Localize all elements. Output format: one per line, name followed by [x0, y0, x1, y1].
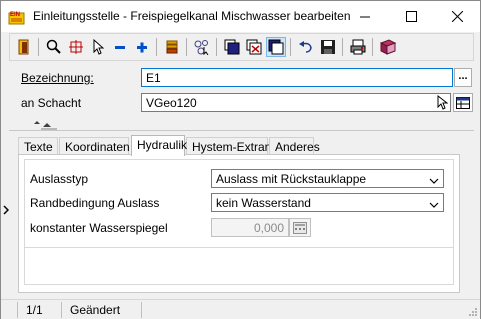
tab-koordinaten[interactable]: Koordinaten: [59, 137, 130, 155]
collapse-arrows-icon: [34, 121, 57, 130]
bezeichnung-label-text: Bezeichnung:: [21, 71, 94, 85]
schacht-details-button[interactable]: [453, 93, 473, 112]
chevron-down-icon: [429, 174, 439, 188]
window-close-icon[interactable]: [244, 37, 264, 57]
bezeichnung-label: Bezeichnung:: [21, 71, 94, 85]
toolbar: [9, 33, 474, 61]
minus-icon[interactable]: [110, 37, 130, 57]
zoom-icon[interactable]: [44, 37, 64, 57]
resize-grip-icon[interactable]: [467, 306, 478, 319]
bezeichnung-field[interactable]: E1: [141, 68, 453, 87]
plus-icon[interactable]: [132, 37, 152, 57]
bezeichnung-more-button[interactable]: ...: [454, 68, 472, 87]
record-state: Geändert: [70, 303, 121, 317]
maximize-button[interactable]: [388, 1, 434, 32]
select-nodes-icon[interactable]: [192, 37, 212, 57]
calculator-button[interactable]: [289, 218, 311, 237]
tab-hydraulik[interactable]: Hydraulik: [131, 135, 187, 156]
toolbar-separator: [216, 38, 217, 56]
schacht-value: VGeo120: [146, 96, 197, 110]
title-bar: EIN Einleitungsstelle - Freispiegelkanal…: [1, 1, 480, 32]
print-icon[interactable]: [348, 37, 368, 57]
window-new-icon[interactable]: [222, 37, 242, 57]
tab-hystem-extran[interactable]: Hystem-Extran: [186, 137, 271, 155]
undo-icon[interactable]: [296, 37, 316, 57]
auslasstyp-value: Auslass mit Rückstauklappe: [216, 172, 367, 186]
schacht-field[interactable]: VGeo120: [141, 93, 451, 112]
randbedingung-value: kein Wasserstand: [216, 196, 311, 210]
layer-icon[interactable]: [162, 37, 182, 57]
group-divider: [24, 247, 454, 248]
record-counter: 1/1: [26, 303, 43, 317]
expand-arrow-icon[interactable]: [3, 204, 10, 218]
ellipsis-label: ...: [458, 69, 468, 82]
toolbar-separator: [342, 38, 343, 56]
calculator-icon: [293, 221, 307, 234]
table-icon: [456, 96, 470, 109]
status-separator: [61, 302, 62, 318]
window-title: Einleitungsstelle - Freispiegelkanal Mis…: [33, 9, 351, 23]
toolbar-separator: [156, 38, 157, 56]
hydraulik-panel: Auslasstyp Auslass mit Rückstauklappe Ra…: [18, 154, 460, 293]
save-icon[interactable]: [318, 37, 338, 57]
header-fields: Bezeichnung: E1 ... an Schacht VGeo120: [9, 63, 474, 119]
chevron-down-icon: [429, 198, 439, 212]
wasserspiegel-field[interactable]: 0,000: [211, 218, 289, 237]
schacht-label: an Schacht: [21, 96, 82, 110]
tab-anderes[interactable]: Anderes: [269, 137, 320, 155]
pick-pointer-icon[interactable]: [437, 94, 449, 111]
edit-dialog-window: EIN Einleitungsstelle - Freispiegelkanal…: [0, 0, 481, 319]
toolbar-separator: [372, 38, 373, 56]
app-icon: EIN: [8, 8, 26, 25]
pointer-icon[interactable]: [88, 37, 108, 57]
tab-texte[interactable]: Texte: [18, 137, 58, 155]
toolbar-separator: [38, 38, 39, 56]
exit-icon[interactable]: [14, 37, 34, 57]
status-separator: [141, 302, 142, 318]
randbedingung-select[interactable]: kein Wasserstand: [211, 193, 444, 212]
wasserspiegel-label: konstanter Wasserspiegel: [30, 221, 168, 235]
auslasstyp-label: Auslasstyp: [30, 172, 89, 186]
status-bar: 1/1 Geändert: [1, 299, 480, 319]
auslasstyp-select[interactable]: Auslass mit Rückstauklappe: [211, 169, 444, 188]
toolbar-separator: [186, 38, 187, 56]
toolbar-separator: [290, 38, 291, 56]
splitter[interactable]: [9, 121, 474, 131]
randbedingung-label: Randbedingung Auslass: [30, 196, 160, 210]
close-button[interactable]: [434, 1, 480, 32]
minimize-button[interactable]: [342, 1, 388, 32]
window-restore-icon[interactable]: [266, 37, 286, 57]
status-separator: [17, 302, 18, 318]
crosshair-icon[interactable]: [66, 37, 86, 57]
book-icon[interactable]: [378, 37, 398, 57]
svg-text:EIN: EIN: [10, 12, 20, 18]
